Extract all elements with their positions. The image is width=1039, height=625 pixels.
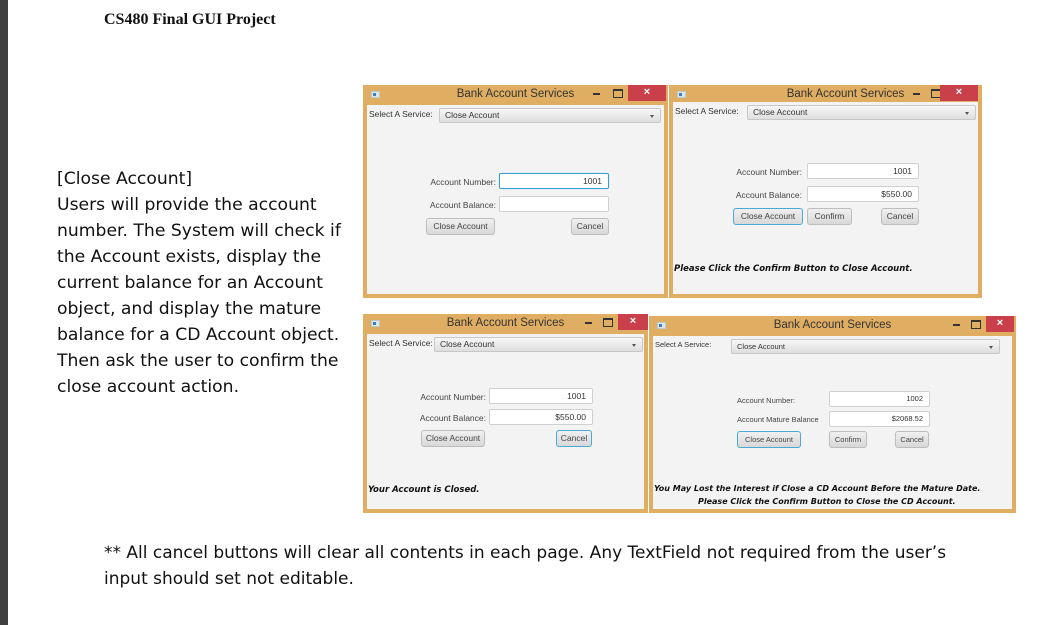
account-balance-label: Account Balance: — [419, 413, 486, 423]
chevron-down-icon — [632, 344, 636, 347]
description-line: object, and display the mature — [57, 299, 322, 319]
window-content: Select A Service: Close Account Account … — [367, 105, 664, 294]
service-select-value: Close Account — [440, 339, 495, 349]
close-button[interactable]: × — [986, 316, 1014, 332]
confirm-button[interactable]: Confirm — [829, 431, 867, 448]
app-icon — [677, 91, 686, 98]
page-left-edge — [0, 0, 8, 625]
window-account-closed: Bank Account Services × Select A Service… — [363, 314, 648, 513]
service-select[interactable]: Close Account — [731, 339, 1000, 354]
description-line: balance for a CD Account object. — [57, 325, 340, 345]
description-line: Users will provide the account — [57, 195, 317, 215]
title-bar[interactable]: Bank Account Services × — [649, 316, 1016, 336]
description-line: [Close Account] — [57, 169, 193, 189]
window-content: Select A Service: Close Account Account … — [367, 334, 644, 509]
document-title: CS480 Final GUI Project — [104, 11, 276, 28]
service-select[interactable]: Close Account — [747, 105, 976, 120]
footnote-line: ** All cancel buttons will clear all con… — [104, 543, 947, 563]
window-content: Select A Service: Close Account Account … — [653, 336, 1012, 509]
account-mature-balance-label: Account Mature Balance — [737, 415, 819, 424]
account-number-label: Account Number: — [736, 167, 802, 177]
close-account-button[interactable]: Close Account — [421, 430, 485, 447]
close-account-button[interactable]: Close Account — [426, 218, 495, 235]
window-close-account-input: Bank Account Services × Select A Service… — [363, 85, 668, 298]
service-select-value: Close Account — [737, 342, 785, 351]
chevron-down-icon — [965, 112, 969, 115]
account-number-label: Account Number: — [430, 177, 496, 187]
close-button[interactable]: × — [940, 85, 978, 101]
service-select[interactable]: Close Account — [434, 337, 643, 352]
maximize-button[interactable] — [610, 85, 624, 101]
cancel-button[interactable]: Cancel — [895, 431, 929, 448]
window-content: Select A Service: Close Account Account … — [673, 102, 978, 294]
service-select[interactable]: Close Account — [439, 108, 661, 123]
description-line: number. The System will check if — [57, 221, 341, 241]
account-balance-field: $550.00 — [489, 409, 593, 425]
service-select-value: Close Account — [445, 110, 500, 120]
description-line: close account action. — [57, 377, 240, 397]
account-number-input[interactable]: 1001 — [499, 173, 609, 189]
confirm-button[interactable]: Confirm — [807, 208, 852, 225]
description-line: current balance for an Account — [57, 273, 323, 293]
window-cd-account-confirm: Bank Account Services × Select A Service… — [649, 316, 1016, 513]
account-balance-field: $550.00 — [807, 186, 919, 202]
close-account-button[interactable]: Close Account — [737, 431, 801, 448]
description-line: the Account exists, display the — [57, 247, 322, 267]
chevron-down-icon — [650, 115, 654, 118]
description-line: Then ask the user to confirm the — [57, 351, 339, 371]
account-balance-field — [499, 196, 609, 212]
account-balance-label: Account Balance: — [735, 190, 802, 200]
status-message: Your Account is Closed. — [368, 485, 480, 495]
minimize-button[interactable] — [910, 85, 924, 101]
account-mature-balance-field: $2068.52 — [829, 411, 930, 427]
status-message-line1: You May Lost the Interest if Close a CD … — [654, 484, 981, 493]
minimize-button[interactable] — [582, 314, 596, 330]
minimize-button[interactable] — [590, 85, 604, 101]
maximize-button[interactable] — [600, 314, 614, 330]
account-number-label: Account Number: — [737, 396, 795, 405]
account-balance-label: Account Balance: — [429, 200, 496, 210]
title-bar[interactable]: Bank Account Services × — [363, 85, 668, 105]
close-account-description: [Close Account] Users will provide the a… — [57, 166, 357, 400]
status-message-line2: Please Click the Confirm Button to Close… — [698, 497, 956, 506]
window-close-account-confirm: Bank Account Services × Select A Service… — [669, 85, 982, 298]
service-label: Select A Service: — [369, 338, 433, 348]
account-number-field: 1001 — [489, 388, 593, 404]
footnote: ** All cancel buttons will clear all con… — [104, 540, 1004, 592]
cancel-button[interactable]: Cancel — [571, 218, 609, 235]
close-account-button[interactable]: Close Account — [733, 208, 803, 225]
status-message: Please Click the Confirm Button to Close… — [674, 264, 913, 274]
close-button[interactable]: × — [628, 85, 666, 101]
account-number-field: 1002 — [829, 391, 930, 407]
maximize-button[interactable] — [968, 316, 982, 332]
account-number-field: 1001 — [807, 163, 919, 179]
chevron-down-icon — [989, 346, 993, 349]
close-button[interactable]: × — [618, 314, 648, 330]
service-label: Select A Service: — [369, 109, 433, 119]
footnote-line: input should set not editable. — [104, 569, 354, 589]
cancel-button[interactable]: Cancel — [556, 430, 592, 447]
service-label: Select A Service: — [655, 340, 712, 349]
account-number-label: Account Number: — [420, 392, 486, 402]
service-label: Select A Service: — [675, 106, 739, 116]
service-select-value: Close Account — [753, 107, 808, 117]
cancel-button[interactable]: Cancel — [881, 208, 919, 225]
title-bar[interactable]: Bank Account Services × — [363, 314, 648, 334]
minimize-button[interactable] — [950, 316, 964, 332]
